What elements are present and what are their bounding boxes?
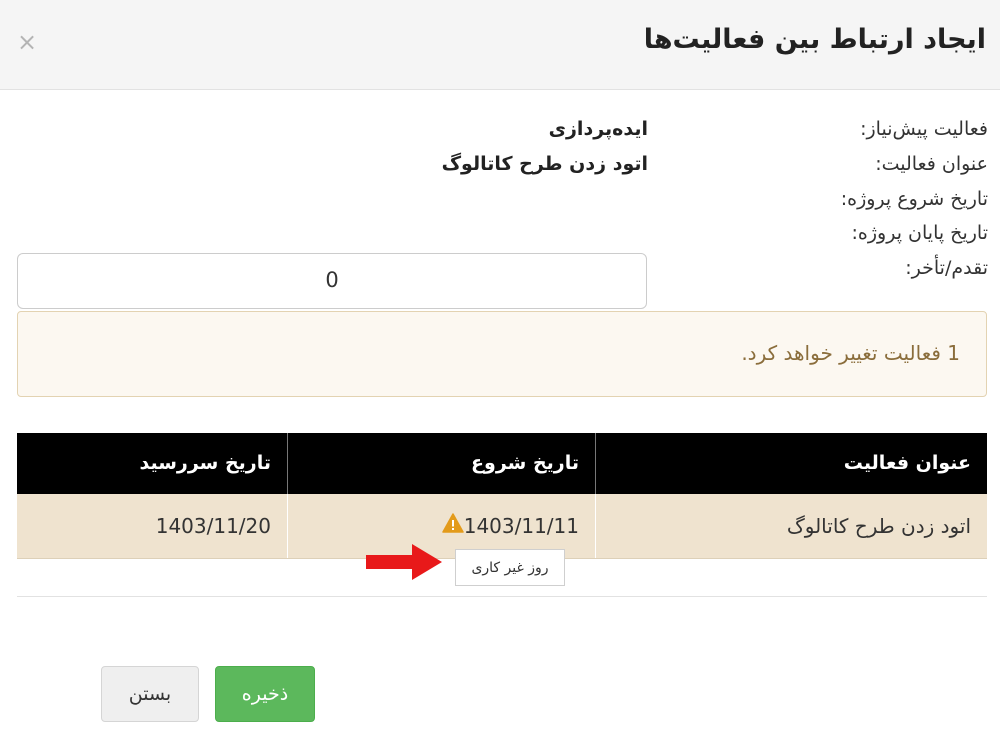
footer-divider	[17, 596, 987, 597]
annotation-arrow-icon	[366, 542, 446, 586]
save-button[interactable]: ذخیره	[215, 666, 315, 722]
activity-title-value: اتود زدن طرح کاتالوگ	[441, 153, 648, 175]
prerequisite-value: ایده‌پردازی	[548, 118, 648, 140]
lag-label: تقدم/تأخر:	[905, 257, 988, 279]
lag-input[interactable]: 0	[17, 253, 647, 309]
header-due-date: تاریخ سررسید	[139, 452, 271, 474]
project-start-label: تاریخ شروع پروژه:	[840, 188, 988, 210]
header-activity-title: عنوان فعالیت	[843, 452, 971, 474]
alert-text: 1 فعالیت تغییر خواهد کرد.	[741, 341, 960, 365]
activities-table: عنوان فعالیت تاریخ شروع تاریخ سررسید اتو…	[17, 433, 987, 559]
dialog-header: ایجاد ارتباط بین فعالیت‌ها ×	[0, 0, 1000, 90]
activity-title-label: عنوان فعالیت:	[875, 153, 988, 175]
dialog-title: ایجاد ارتباط بین فعالیت‌ها	[643, 24, 986, 55]
table-header: عنوان فعالیت تاریخ شروع تاریخ سررسید	[17, 433, 987, 494]
project-end-label: تاریخ پایان پروژه:	[851, 222, 988, 244]
non-working-day-tooltip: روز غیر کاری	[455, 549, 565, 586]
cell-activity-title: اتود زدن طرح کاتالوگ	[786, 514, 971, 538]
start-date-text: 1403/11/11	[463, 514, 579, 538]
prerequisite-label: فعالیت پیش‌نیاز:	[860, 118, 988, 140]
close-icon[interactable]: ×	[17, 28, 37, 56]
close-button[interactable]: بستن	[101, 666, 199, 722]
change-alert: 1 فعالیت تغییر خواهد کرد.	[17, 311, 987, 397]
header-start-date: تاریخ شروع	[287, 433, 596, 494]
cell-due-date: 1403/11/20	[155, 514, 271, 538]
